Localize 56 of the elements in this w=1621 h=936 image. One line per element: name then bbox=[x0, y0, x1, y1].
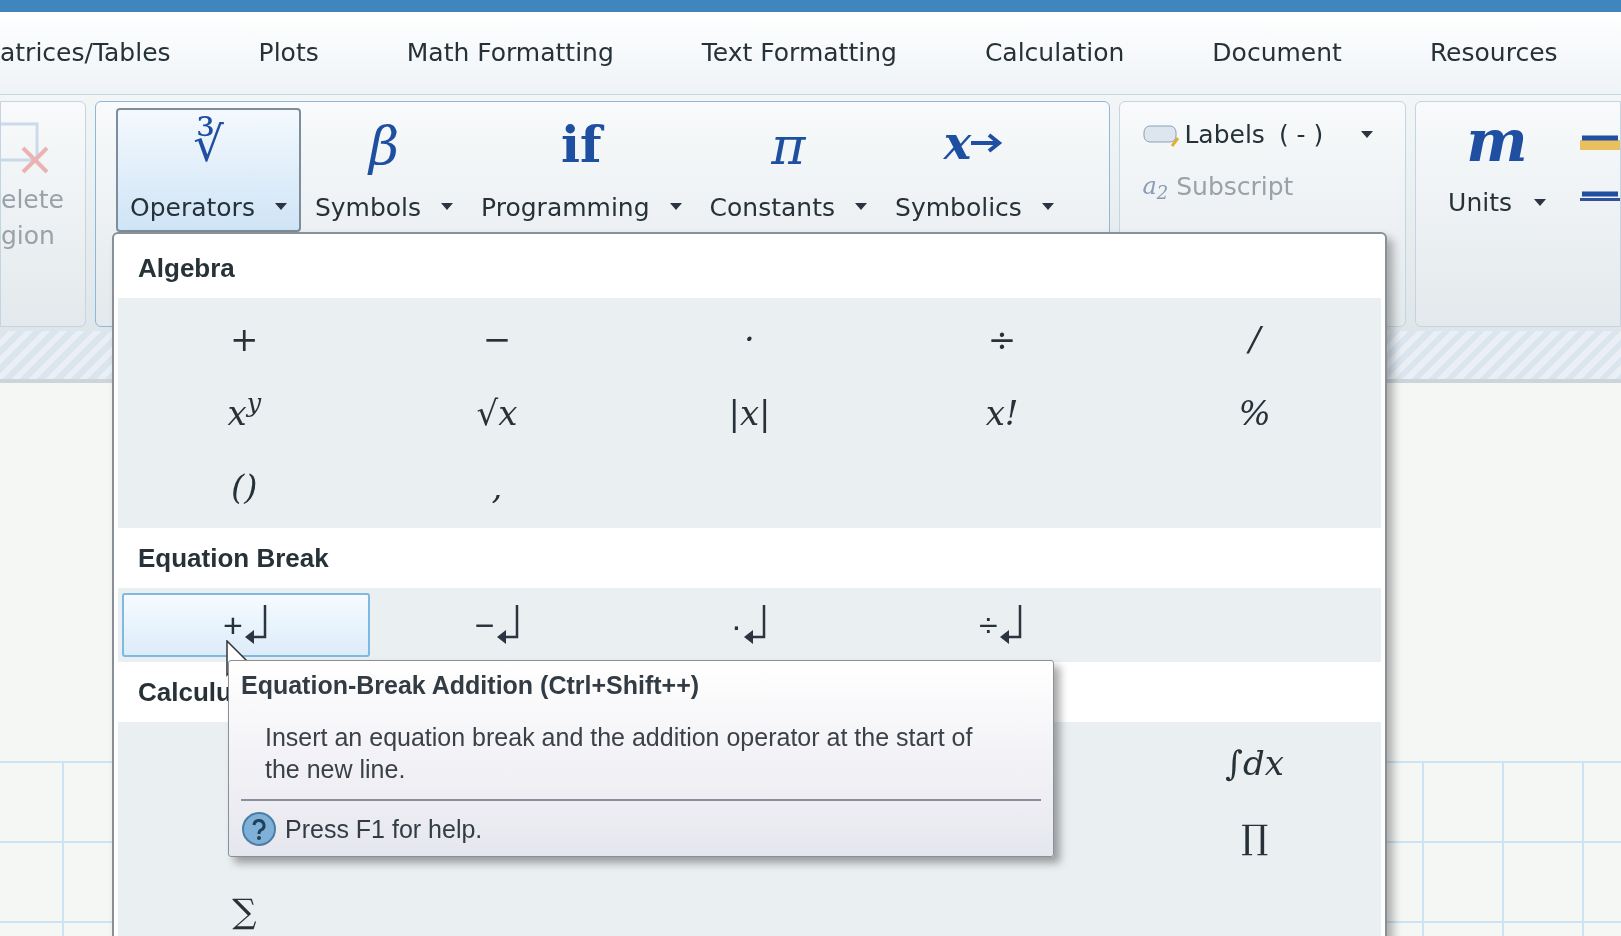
greek-letter-icon: π bbox=[771, 120, 806, 172]
math-symbol[interactable]: − bbox=[482, 313, 512, 365]
tooltip-help-text: Press F1 for help. bbox=[285, 813, 483, 845]
return-arrow-icon bbox=[999, 603, 1024, 647]
section-heading: Algebra bbox=[138, 251, 235, 285]
return-arrow-icon bbox=[244, 603, 269, 647]
menu-tab[interactable]: Math Formatting bbox=[406, 34, 614, 72]
delete-region-label: gion bbox=[1, 220, 56, 252]
math-symbol[interactable]: % bbox=[1238, 387, 1271, 439]
math-symbol[interactable]: ÷ bbox=[987, 313, 1017, 365]
gallery-button[interactable]: ∛ Operators bbox=[116, 108, 301, 232]
math-symbol[interactable]: ∫dx bbox=[1225, 737, 1284, 789]
math-symbol[interactable]: x$^{y}$ bbox=[227, 387, 262, 439]
dropdown-caret-icon bbox=[441, 203, 454, 212]
dropdown-caret-icon bbox=[855, 203, 867, 212]
menu-tab[interactable]: Calculation bbox=[984, 34, 1125, 72]
menu-tab[interactable]: Plots bbox=[258, 34, 319, 72]
math-symbol[interactable]: / bbox=[1248, 313, 1261, 365]
math-symbol[interactable]: |x| bbox=[728, 387, 771, 439]
subscript-icon: a$_{2}$ bbox=[1142, 168, 1169, 205]
labels-value: ( - ) bbox=[1278, 119, 1324, 151]
menu-tab[interactable]: atrices/Tables bbox=[0, 34, 171, 72]
dropdown-caret-icon bbox=[1534, 198, 1546, 207]
gallery-button[interactable]: β Symbols bbox=[300, 108, 468, 232]
math-symbol[interactable]: ∑ bbox=[232, 885, 257, 936]
section-heading: Calculu bbox=[138, 675, 232, 709]
tooltip-description: Insert an equation break and the addition operator at the start of the new line. bbox=[264, 721, 974, 785]
section-heading: Equation Break bbox=[138, 541, 329, 575]
tooltip-title: Equation-Break Addition (Ctrl+Shift++) bbox=[241, 670, 701, 701]
dropdown-caret-icon bbox=[1361, 130, 1374, 139]
menu-tab[interactable]: Document bbox=[1212, 34, 1342, 72]
equation-break-button[interactable]: ÷ bbox=[877, 593, 1126, 657]
math-symbol[interactable]: x! bbox=[985, 387, 1019, 439]
return-arrow-icon bbox=[496, 603, 521, 647]
equation-break-button[interactable]: − bbox=[373, 593, 622, 657]
gallery-button[interactable]: x Symbolics bbox=[881, 108, 1068, 232]
dropdown-caret-icon bbox=[669, 203, 682, 212]
dropdown-caret-icon bbox=[1041, 203, 1054, 212]
units-button[interactable]: m Units bbox=[1448, 112, 1546, 326]
equation-break-button[interactable]: · bbox=[625, 593, 874, 657]
math-symbol[interactable]: + bbox=[230, 313, 259, 365]
delete-region-icon bbox=[1, 122, 51, 176]
math-symbol[interactable]: √x bbox=[476, 387, 518, 439]
gallery-button[interactable]: if Programming bbox=[467, 108, 696, 232]
help-icon bbox=[241, 811, 277, 848]
gallery-button[interactable]: π Constants bbox=[695, 108, 881, 232]
math-symbol[interactable]: ∏ bbox=[1241, 811, 1269, 863]
math-symbol[interactable]: () bbox=[231, 461, 258, 513]
math-symbol[interactable]: · bbox=[744, 313, 755, 365]
labels-label: Labels bbox=[1184, 119, 1265, 151]
equation-break-button[interactable]: + bbox=[122, 593, 370, 657]
menu-tab[interactable]: Resources bbox=[1429, 34, 1558, 72]
menu-tab[interactable]: Text Formatting bbox=[701, 34, 897, 72]
dropdown-caret-icon bbox=[274, 203, 287, 212]
delete-region-label: elete bbox=[1, 184, 64, 216]
math-symbol[interactable]: , bbox=[491, 461, 503, 513]
